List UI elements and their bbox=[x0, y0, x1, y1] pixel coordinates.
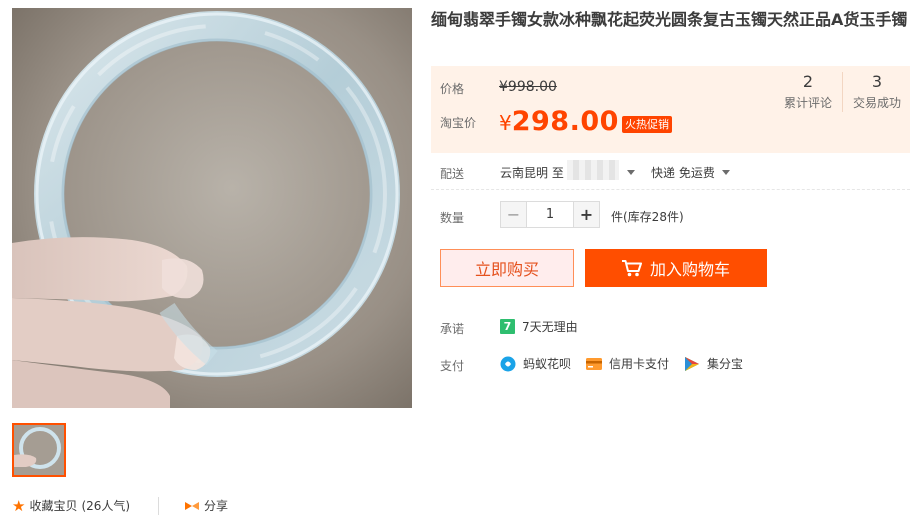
favorite-button[interactable]: ★ 收藏宝贝 (26人气) bbox=[12, 497, 130, 514]
delivery-origin: 云南昆明 至 bbox=[500, 166, 564, 180]
seven-day-icon: 7 bbox=[500, 319, 515, 334]
shipping-method[interactable]: 快递 免运费 bbox=[651, 164, 715, 181]
add-to-cart-button[interactable]: 加入购物车 bbox=[585, 249, 767, 287]
payment-huabei[interactable]: 蚂蚁花呗 bbox=[500, 355, 571, 372]
review-count-stat[interactable]: 2 累计评论 bbox=[783, 72, 833, 112]
original-price-label: 价格 bbox=[440, 82, 465, 96]
star-icon: ★ bbox=[12, 496, 26, 515]
jifenbao-icon bbox=[685, 356, 699, 371]
stat-divider bbox=[842, 72, 843, 112]
share-icon bbox=[185, 501, 199, 510]
promo-price-amount: 298.00 bbox=[511, 106, 619, 137]
payment-credit-card-label: 信用卡支付 bbox=[609, 357, 670, 371]
quantity-stepper: − + bbox=[500, 201, 600, 228]
payment-jifenbao[interactable]: 集分宝 bbox=[684, 355, 743, 372]
payment-credit-card[interactable]: 信用卡支付 bbox=[586, 355, 669, 372]
promise-label: 承诺 bbox=[440, 322, 465, 336]
divider bbox=[431, 189, 910, 190]
main-product-image[interactable] bbox=[12, 8, 412, 408]
huabei-icon bbox=[500, 356, 516, 371]
share-label: 分享 bbox=[204, 499, 229, 513]
payment-huabei-label: 蚂蚁花呗 bbox=[523, 357, 572, 371]
review-count-label: 累计评论 bbox=[783, 96, 832, 110]
credit-card-icon bbox=[586, 357, 602, 370]
favorite-count: (26人气) bbox=[81, 499, 131, 513]
delivery-label: 配送 bbox=[440, 167, 465, 181]
currency-symbol: ¥ bbox=[499, 111, 512, 135]
sales-count-label: 交易成功 bbox=[852, 96, 901, 110]
promo-price-label: 淘宝价 bbox=[440, 116, 477, 130]
original-price: ¥998.00 bbox=[499, 79, 557, 95]
chevron-down-icon[interactable] bbox=[722, 170, 730, 175]
share-button[interactable]: 分享 bbox=[184, 497, 228, 514]
review-count: 2 bbox=[802, 72, 814, 91]
product-title: 缅甸翡翠手镯女款冰种飘花起荧光圆条复古玉镯天然正品A货玉手镯 bbox=[431, 10, 908, 29]
seven-day-return-label: 7天无理由 bbox=[522, 320, 578, 334]
payment-jifenbao-label: 集分宝 bbox=[707, 357, 744, 371]
thumbnail-image[interactable] bbox=[12, 423, 66, 477]
cart-icon bbox=[621, 259, 642, 276]
price-panel: 价格 ¥998.00 淘宝价 ¥298.00 火热促销 2 累计评论 3 交易成… bbox=[431, 66, 910, 153]
favorite-label: 收藏宝贝 bbox=[29, 499, 78, 513]
add-to-cart-label: 加入购物车 bbox=[649, 260, 730, 279]
sales-count-stat: 3 交易成功 bbox=[849, 72, 905, 112]
sales-count: 3 bbox=[871, 72, 883, 91]
destination-selector[interactable] bbox=[567, 160, 619, 180]
increase-button[interactable]: + bbox=[573, 201, 600, 228]
buy-now-button[interactable]: 立即购买 bbox=[440, 249, 574, 287]
promo-badge: 火热促销 bbox=[622, 116, 672, 133]
chevron-down-icon[interactable] bbox=[627, 170, 635, 175]
quantity-label: 数量 bbox=[440, 211, 465, 225]
decrease-button[interactable]: − bbox=[500, 201, 527, 228]
payment-label: 支付 bbox=[440, 359, 465, 373]
stock-note: 件(库存28件) bbox=[611, 210, 684, 224]
divider bbox=[158, 497, 159, 515]
promo-price: ¥298.00 bbox=[499, 106, 619, 137]
seven-day-return[interactable]: 7 7天无理由 bbox=[500, 318, 578, 335]
quantity-input[interactable] bbox=[527, 201, 573, 228]
